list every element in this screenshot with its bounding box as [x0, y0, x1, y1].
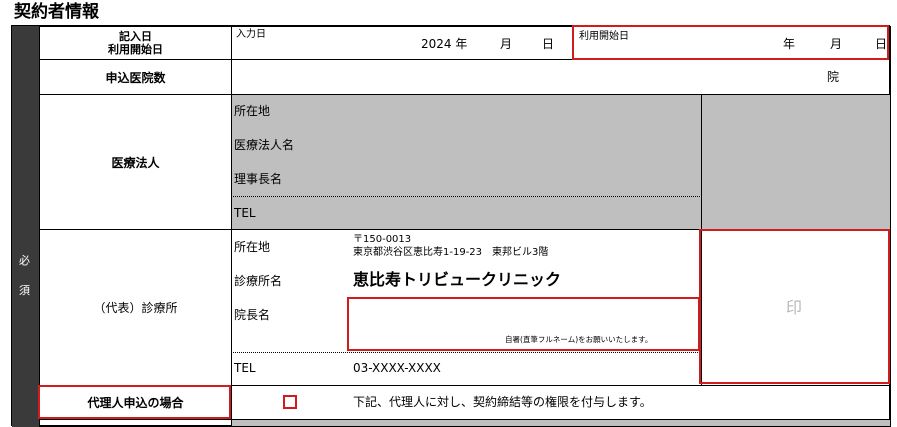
corporation-field-tel: TEL [234, 206, 256, 220]
clinic-divider [231, 352, 702, 353]
dates-label-cell: 記入日 利用開始日 [39, 26, 232, 60]
corporation-divider [231, 196, 702, 197]
hospitals-label: 申込医院数 [105, 70, 166, 85]
hospitals-unit: 院 [827, 70, 840, 84]
clinic-tel-value: 03-XXXX-XXXX [353, 361, 441, 375]
clinic-name-label: 診療所名 [234, 274, 283, 288]
corporation-field-chairman: 理事長名 [234, 172, 283, 186]
clinic-address: 東京都渋谷区恵比寿1-19-23 東邦ビル3階 [353, 247, 549, 258]
dates-label-line2: 利用開始日 [108, 43, 163, 56]
corporation-field-name: 医療法人名 [234, 138, 295, 152]
clinic-name-value: 恵比寿トリビュークリニック [353, 270, 562, 289]
corporation-seal-cell [701, 94, 891, 230]
clinic-postal: 〒150-0013 [353, 234, 412, 245]
corporation-label: 医療法人 [111, 155, 160, 170]
clinic-address-label: 所在地 [234, 240, 271, 254]
entry-date-year[interactable]: 2024 年 [421, 38, 467, 50]
start-date-highlight[interactable] [572, 25, 889, 60]
required-char-2: 須 [19, 284, 30, 297]
clinic-director-label: 院長名 [234, 308, 271, 322]
required-char-1: 必 [19, 254, 30, 267]
entry-date-day[interactable]: 日 [542, 38, 554, 50]
section-title: 契約者情報 [14, 2, 99, 22]
corporation-label-cell: 医療法人 [39, 94, 232, 230]
entry-date-prefix: 入力日 [236, 29, 266, 40]
dates-label-line1: 記入日 [119, 29, 152, 43]
clinic-label: （代表）診療所 [93, 301, 178, 315]
hospitals-value-cell[interactable] [231, 59, 891, 95]
corporation-field-address: 所在地 [234, 104, 271, 118]
seal-highlight[interactable] [699, 229, 890, 384]
clinic-label-cell: （代表）診療所 [39, 229, 232, 386]
agent-description: 下記、代理人に対し、契約締結等の権限を付与します。 [353, 395, 652, 409]
agent-label-highlight [38, 385, 231, 419]
hospitals-label-cell: 申込医院数 [39, 59, 232, 95]
entry-date-month[interactable]: 月 [500, 38, 512, 50]
corporation-fields-cell [231, 94, 702, 230]
required-sidebar: 必 須 [12, 26, 39, 427]
director-signature-field[interactable] [347, 297, 700, 351]
agent-checkbox[interactable] [283, 395, 297, 409]
clinic-tel-label: TEL [234, 361, 256, 375]
